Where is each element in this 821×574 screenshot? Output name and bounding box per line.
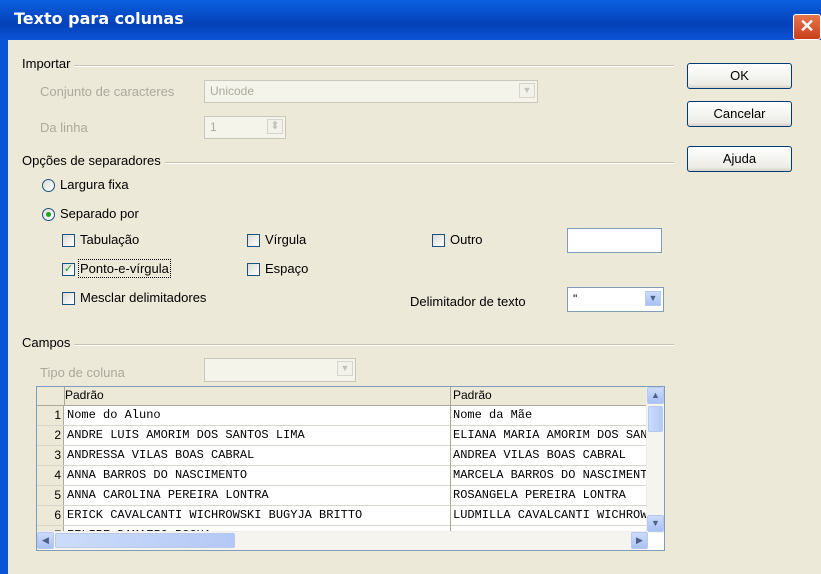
- column-header[interactable]: Padrão: [65, 388, 104, 402]
- table-cell: LUDMILLA CAVALCANTI WICHROWSKI: [453, 508, 646, 522]
- title-bar[interactable]: Texto para colunas ✕: [0, 0, 821, 40]
- table-row[interactable]: 6 ERICK CAVALCANTI WICHROWSKI BUGYJA BRI…: [37, 506, 648, 526]
- dialog-window: Texto para colunas ✕ OK Cancelar Ajuda I…: [0, 0, 821, 574]
- tab-label[interactable]: Tabulação: [80, 232, 139, 247]
- table-cell: Nome do Aluno: [67, 408, 161, 422]
- import-group-line: [22, 65, 674, 67]
- table-cell: ROSANGELA PEREIRA LONTRA: [453, 488, 626, 502]
- vertical-scroll-thumb[interactable]: [648, 406, 663, 432]
- scroll-up-icon[interactable]: ▲: [647, 387, 664, 404]
- check-icon: ✓: [63, 263, 74, 275]
- table-cell: ANDREA VILAS BOAS CABRAL: [453, 448, 626, 462]
- other-label[interactable]: Outro: [450, 232, 483, 247]
- chevron-down-icon[interactable]: ▼: [645, 291, 661, 306]
- fixed-width-radio[interactable]: [42, 179, 55, 192]
- table-row[interactable]: 2 ANDRE LUIS AMORIM DOS SANTOS LIMA ELIA…: [37, 426, 648, 446]
- table-row[interactable]: 1 Nome do Aluno Nome da Mãe: [37, 406, 648, 426]
- column-type-combo[interactable]: ▼: [204, 358, 356, 382]
- text-delimiter-value: ": [573, 292, 578, 306]
- table-row[interactable]: 5 ANNA CAROLINA PEREIRA LONTRA ROSANGELA…: [37, 486, 648, 506]
- dialog-title: Texto para colunas: [14, 9, 184, 28]
- horizontal-scroll-thumb[interactable]: [55, 533, 235, 548]
- column-divider[interactable]: [450, 387, 451, 550]
- row-number: 6: [37, 506, 64, 525]
- separated-by-label[interactable]: Separado por: [60, 206, 139, 221]
- semicolon-checkbox[interactable]: ✓: [62, 263, 75, 276]
- table-cell: ANNA BARROS DO NASCIMENTO: [67, 468, 248, 482]
- cancel-button[interactable]: Cancelar: [687, 101, 792, 127]
- row-number: 5: [37, 486, 64, 505]
- table-cell: ERICK CAVALCANTI WICHROWSKI BUGYJA BRITT…: [67, 508, 363, 522]
- chevron-down-icon[interactable]: ▼: [519, 83, 535, 98]
- from-row-spinner[interactable]: 1 ⬍: [204, 116, 286, 139]
- tab-checkbox[interactable]: [62, 234, 75, 247]
- merge-delimiters-label[interactable]: Mesclar delimitadores: [80, 290, 206, 305]
- text-delimiter-combo[interactable]: " ▼: [567, 287, 664, 312]
- charset-label: Conjunto de caracteres: [40, 84, 175, 99]
- scroll-down-icon[interactable]: ▼: [647, 515, 664, 532]
- fixed-width-label[interactable]: Largura fixa: [60, 177, 129, 192]
- table-row[interactable]: 4 ANNA BARROS DO NASCIMENTO MARCELA BARR…: [37, 466, 648, 486]
- column-type-label: Tipo de coluna: [40, 365, 125, 380]
- comma-checkbox[interactable]: [247, 234, 260, 247]
- separated-by-radio[interactable]: [42, 208, 55, 221]
- other-input[interactable]: [567, 228, 662, 253]
- semicolon-label[interactable]: Ponto-e-vírgula: [78, 259, 171, 278]
- space-checkbox[interactable]: [247, 263, 260, 276]
- import-group-label: Importar: [22, 56, 75, 71]
- column-header[interactable]: Padrão: [453, 388, 492, 402]
- merge-delimiters-checkbox[interactable]: [62, 292, 75, 305]
- grid-corner: [37, 387, 65, 405]
- table-cell: ANNA CAROLINA PEREIRA LONTRA: [67, 488, 269, 502]
- space-label[interactable]: Espaço: [265, 261, 308, 276]
- from-row-value: 1: [210, 120, 217, 134]
- scroll-left-icon[interactable]: ◀: [37, 532, 54, 549]
- help-button[interactable]: Ajuda: [687, 146, 792, 172]
- horizontal-scrollbar[interactable]: ◀ ▶: [37, 531, 648, 550]
- close-button[interactable]: ✕: [793, 14, 821, 40]
- charset-value: Unicode: [210, 84, 255, 98]
- grid-header: Padrão Padrão: [37, 387, 648, 406]
- comma-label[interactable]: Vírgula: [265, 232, 306, 247]
- radio-selected-dot: [46, 212, 51, 217]
- charset-combo[interactable]: Unicode ▼: [204, 80, 538, 103]
- separators-group-label: Opções de separadores: [22, 153, 165, 168]
- table-cell: ANDRESSA VILAS BOAS CABRAL: [67, 448, 255, 462]
- ok-button[interactable]: OK: [687, 63, 792, 89]
- vertical-scrollbar[interactable]: ▲ ▼: [646, 387, 664, 533]
- fields-group-line: [22, 344, 674, 346]
- row-number: 2: [37, 426, 64, 445]
- table-cell: Nome da Mãe: [453, 408, 533, 422]
- row-number: 1: [37, 406, 64, 425]
- close-icon: ✕: [799, 16, 815, 36]
- other-checkbox[interactable]: [432, 234, 445, 247]
- table-cell: ANDRE LUIS AMORIM DOS SANTOS LIMA: [67, 428, 305, 442]
- text-delimiter-label: Delimitador de texto: [410, 294, 526, 309]
- chevron-down-icon[interactable]: ▼: [337, 361, 353, 376]
- row-number: 3: [37, 446, 64, 465]
- fields-group-label: Campos: [22, 335, 75, 350]
- from-row-label: Da linha: [40, 120, 88, 135]
- row-number: 4: [37, 466, 64, 485]
- preview-grid[interactable]: Padrão Padrão 1 Nome do Aluno Nome da Mã…: [36, 386, 665, 551]
- table-cell: MARCELA BARROS DO NASCIMENTO: [453, 468, 646, 482]
- spin-icon[interactable]: ⬍: [267, 119, 283, 134]
- table-cell: ELIANA MARIA AMORIM DOS SANTOS: [453, 428, 646, 442]
- window-frame-left: [0, 40, 8, 574]
- scroll-right-icon[interactable]: ▶: [631, 532, 648, 549]
- table-row[interactable]: 3 ANDRESSA VILAS BOAS CABRAL ANDREA VILA…: [37, 446, 648, 466]
